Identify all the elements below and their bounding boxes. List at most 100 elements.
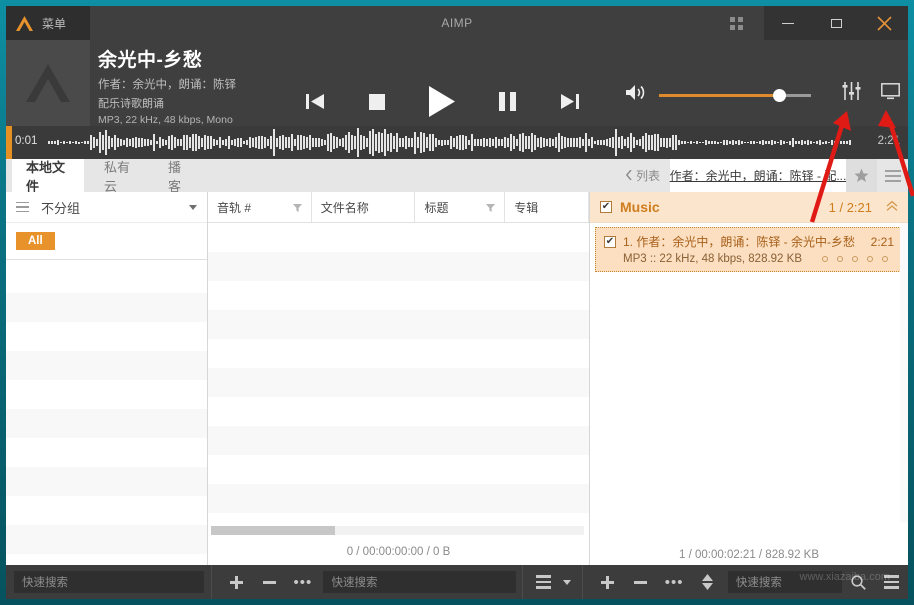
- track-search-input[interactable]: 快速搜索: [323, 571, 516, 593]
- menu-button[interactable]: 菜单: [6, 6, 90, 40]
- waveform-bar: [348, 132, 350, 154]
- playlist-track-item[interactable]: ✔ 1. 作者：余光中，朗诵：陈铎 - 余光中-乡愁 2:21 MP3 :: 2…: [595, 227, 903, 272]
- waveform-bar: [558, 133, 560, 152]
- column-header-3[interactable]: 专辑: [505, 192, 589, 223]
- filter-icon[interactable]: [293, 201, 302, 215]
- waveform-bar: [420, 132, 422, 153]
- empty-row[interactable]: [6, 496, 207, 525]
- empty-row[interactable]: [6, 525, 207, 554]
- hamburger-menu-icon[interactable]: [877, 159, 908, 192]
- now-playing-label: 作者：余光中，朗诵：陈铎 - 配...: [670, 167, 847, 184]
- equalizer-sliders-icon[interactable]: [842, 82, 861, 105]
- waveform-bar: [435, 138, 437, 148]
- waveform-bar: [108, 136, 110, 150]
- waveform-bar: [777, 142, 779, 143]
- empty-row[interactable]: [208, 397, 589, 426]
- checkbox-checked-icon[interactable]: ✔: [604, 236, 616, 248]
- next-track-button[interactable]: [560, 93, 579, 110]
- checkbox-checked-icon[interactable]: ✔: [600, 201, 612, 213]
- chevron-down-icon[interactable]: [189, 205, 197, 210]
- previous-track-button[interactable]: [306, 93, 325, 110]
- minimize-icon[interactable]: [764, 6, 812, 40]
- empty-row[interactable]: [208, 484, 589, 513]
- library-search-input[interactable]: 快速搜索: [14, 571, 204, 593]
- star-icon[interactable]: [846, 159, 877, 192]
- table-body[interactable]: [208, 223, 589, 523]
- waveform-bar: [810, 141, 812, 143]
- empty-row[interactable]: [208, 513, 589, 523]
- waveform-bar: [849, 140, 851, 145]
- empty-row[interactable]: [6, 293, 207, 322]
- close-icon[interactable]: [860, 6, 908, 40]
- list-toggle-button[interactable]: 列表: [616, 159, 670, 192]
- maximize-icon[interactable]: [812, 6, 860, 40]
- rating-circle[interactable]: [822, 256, 828, 262]
- empty-row[interactable]: [208, 310, 589, 339]
- volume-slider[interactable]: [659, 88, 811, 102]
- chevron-down-icon[interactable]: [559, 565, 577, 599]
- waveform-bar: [543, 138, 545, 146]
- empty-row[interactable]: [208, 455, 589, 484]
- playlist-header[interactable]: ✔ Music 1 / 2:21: [590, 192, 908, 223]
- search-icon[interactable]: [842, 565, 875, 599]
- waveform-bar: [180, 139, 182, 145]
- stop-button[interactable]: [369, 94, 385, 110]
- rating-circle[interactable]: [837, 256, 843, 262]
- filter-chip-all[interactable]: All: [16, 232, 55, 250]
- playlist-menu-icon[interactable]: [875, 565, 908, 599]
- waveform-bar: [57, 140, 59, 145]
- empty-row[interactable]: [208, 223, 589, 252]
- add-button[interactable]: [220, 565, 253, 599]
- empty-row[interactable]: [208, 426, 589, 455]
- pause-button[interactable]: [499, 92, 516, 111]
- seek-bar[interactable]: 0:01 2:21: [6, 126, 908, 159]
- chevron-up-double-icon[interactable]: [886, 200, 898, 215]
- empty-row[interactable]: [208, 339, 589, 368]
- waveform-bar: [75, 141, 77, 143]
- empty-row[interactable]: [6, 438, 207, 467]
- playlist-scrollbar[interactable]: [900, 223, 908, 523]
- empty-row[interactable]: [6, 351, 207, 380]
- filter-icon[interactable]: [486, 201, 495, 215]
- tab-local-files[interactable]: 本地文件: [12, 159, 84, 192]
- column-header-2[interactable]: 标题: [415, 192, 505, 223]
- now-playing-tab[interactable]: 作者：余光中，朗诵：陈铎 - 配...: [670, 159, 846, 192]
- track-title: 余光中-乡愁: [98, 45, 236, 72]
- empty-row[interactable]: [6, 322, 207, 351]
- tab-private-cloud[interactable]: 私有云: [90, 159, 146, 192]
- rating-circle[interactable]: [882, 256, 888, 262]
- column-header-0[interactable]: 音轨 #: [208, 192, 312, 223]
- empty-row[interactable]: [6, 264, 207, 293]
- playlist-more-button[interactable]: •••: [657, 565, 690, 599]
- rating-circle[interactable]: [867, 256, 873, 262]
- more-options-button[interactable]: •••: [286, 565, 319, 599]
- playlist-add-button[interactable]: [591, 565, 624, 599]
- tab-podcast[interactable]: 播客: [154, 159, 198, 192]
- empty-row[interactable]: [208, 368, 589, 397]
- horizontal-scrollbar[interactable]: [211, 526, 584, 535]
- waveform-display[interactable]: [48, 126, 852, 159]
- empty-row[interactable]: [208, 252, 589, 281]
- up-down-arrows-icon[interactable]: [691, 565, 724, 599]
- playlist-remove-button[interactable]: [624, 565, 657, 599]
- empty-row[interactable]: [208, 281, 589, 310]
- monitor-icon[interactable]: [881, 83, 900, 105]
- hamburger-menu-icon[interactable]: [16, 202, 29, 213]
- volume-slider-handle[interactable]: [773, 89, 786, 102]
- speaker-icon[interactable]: [626, 84, 645, 106]
- remove-button[interactable]: [253, 565, 286, 599]
- playlist-search-input[interactable]: 快速搜索: [728, 571, 842, 593]
- group-selector[interactable]: 不分组: [6, 192, 207, 223]
- empty-row[interactable]: [6, 380, 207, 409]
- track-rating[interactable]: [822, 256, 894, 262]
- rating-circle[interactable]: [852, 256, 858, 262]
- empty-row[interactable]: [6, 467, 207, 496]
- window-controls: [708, 6, 908, 40]
- grid-dots-icon[interactable]: [708, 6, 764, 40]
- empty-row[interactable]: [6, 409, 207, 438]
- waveform-bar: [252, 138, 254, 147]
- play-button[interactable]: [429, 86, 455, 117]
- column-header-1[interactable]: 文件名称: [312, 192, 416, 223]
- waveform-bar: [183, 135, 185, 150]
- list-lines-icon[interactable]: [529, 565, 558, 599]
